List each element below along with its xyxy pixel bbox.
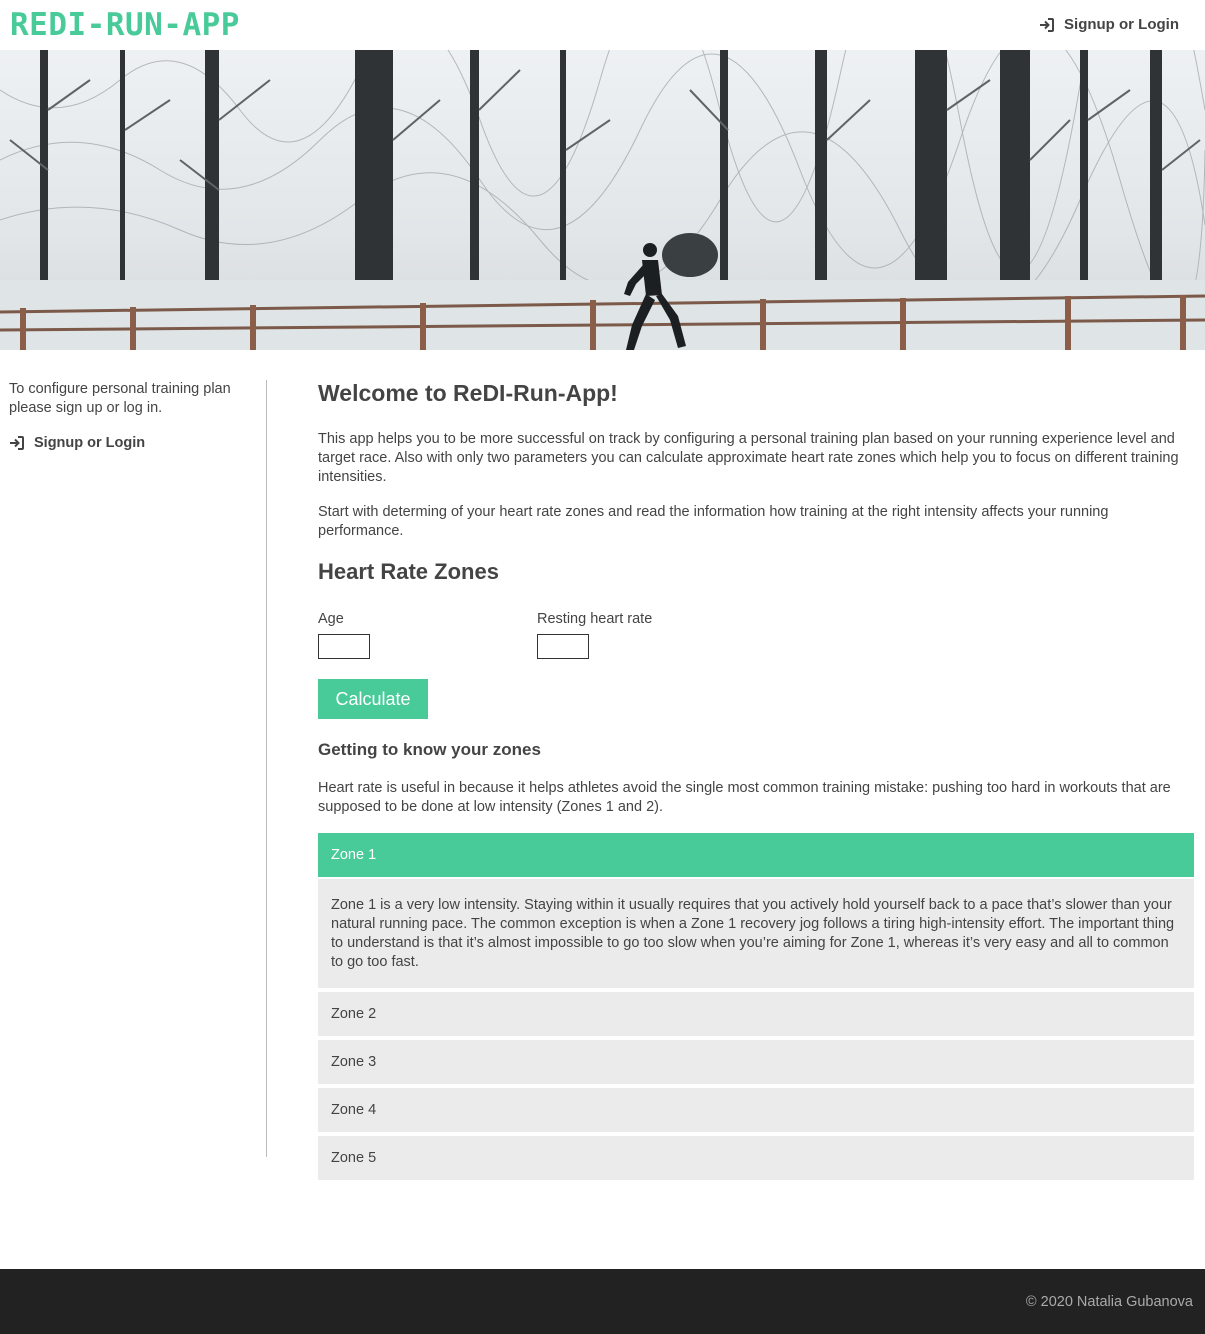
- intro-paragraph-2: Start with determing of your heart rate …: [318, 504, 1109, 539]
- age-input[interactable]: [318, 634, 370, 659]
- age-field-group: Age: [318, 609, 537, 659]
- zone-4-header[interactable]: Zone 4: [318, 1088, 1194, 1132]
- header-login-link[interactable]: Signup or Login: [1039, 16, 1179, 33]
- zone-1-header[interactable]: Zone 1: [318, 833, 1194, 877]
- copyright-text: © 2020 Natalia Gubanova: [1025, 1294, 1193, 1310]
- footer: © 2020 Natalia Gubanova: [0, 1269, 1205, 1334]
- heart-rate-zones-title: Heart Rate Zones: [318, 559, 499, 584]
- calculate-button[interactable]: Calculate: [318, 679, 428, 719]
- sidebar-message: To configure personal training plan plea…: [9, 381, 231, 416]
- zones-accordion: Zone 1 Zone 1 is a very low intensity. S…: [318, 833, 1194, 1180]
- sidebar-login-link[interactable]: Signup or Login: [9, 435, 266, 451]
- zone-3-header[interactable]: Zone 3: [318, 1040, 1194, 1084]
- app-logo[interactable]: REDI-RUN-APP: [10, 8, 240, 42]
- zone-1-content: Zone 1 is a very low intensity. Staying …: [318, 879, 1194, 988]
- sign-in-icon: [1040, 17, 1055, 32]
- intro-paragraph: This app helps you to be more successful…: [318, 431, 1179, 485]
- zone-5-header[interactable]: Zone 5: [318, 1136, 1194, 1180]
- zones-description: Heart rate is useful in because it helps…: [318, 780, 1171, 815]
- age-label: Age: [318, 611, 344, 627]
- resting-heart-rate-label: Resting heart rate: [537, 611, 653, 627]
- sidebar-login-label: Signup or Login: [34, 435, 146, 451]
- zone-2-header[interactable]: Zone 2: [318, 992, 1194, 1036]
- sign-in-icon: [10, 436, 24, 450]
- hero-illustration: [0, 50, 1205, 350]
- resting-heart-rate-input[interactable]: [537, 634, 589, 659]
- hero-image: [0, 50, 1205, 350]
- main-content: Welcome to ReDI-Run-App! This app helps …: [318, 378, 1194, 1184]
- header-login-label: Signup or Login: [1064, 16, 1179, 33]
- heart-rate-form: Age Resting heart rate: [318, 609, 1194, 659]
- sidebar: To configure personal training plan plea…: [9, 380, 267, 1157]
- page-title: Welcome to ReDI-Run-App!: [318, 380, 618, 406]
- zones-section-title: Getting to know your zones: [318, 740, 541, 759]
- header: REDI-RUN-APP Signup or Login: [0, 0, 1205, 50]
- resting-heart-rate-field-group: Resting heart rate: [537, 609, 756, 659]
